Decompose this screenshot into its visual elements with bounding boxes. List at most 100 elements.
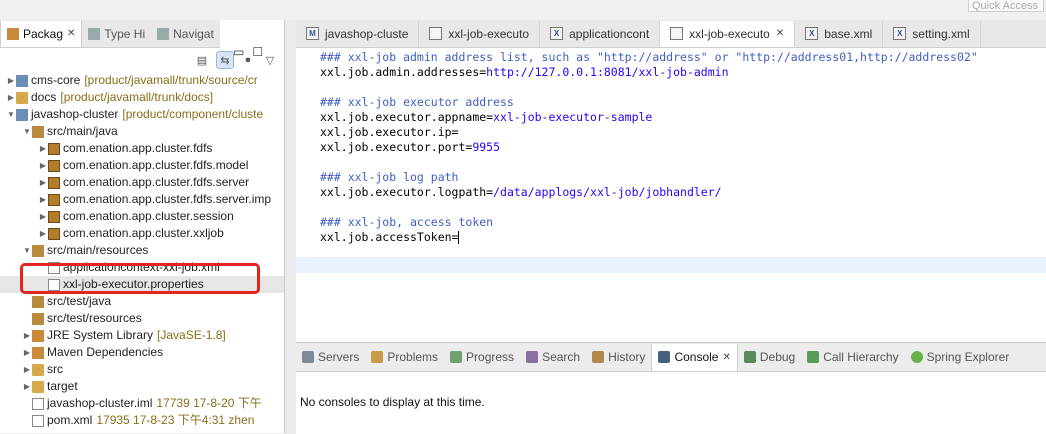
link-with-editor-icon[interactable]: ⇆	[216, 51, 234, 69]
collapsed-twisty-icon[interactable]: ▶	[38, 208, 48, 225]
property-key: xxl.job.executor.ip=	[320, 125, 459, 139]
tree-item-label: com.enation.app.cluster.fdfs.server.imp	[63, 192, 272, 206]
tree-item[interactable]: ▶ com.enation.app.cluster.session	[0, 208, 284, 225]
console-message: No consoles to display at this time.	[300, 395, 485, 409]
property-key: xxl.job.executor.logpath=	[320, 185, 494, 199]
console-tab-label: Search	[542, 350, 581, 364]
code-comment: ### xxl-job, access token	[320, 215, 494, 229]
collapsed-twisty-icon[interactable]: ▶	[38, 140, 48, 157]
tree-item-decoration: 17935 17-8-23 下午4:31 zhen	[96, 413, 255, 427]
tree-item[interactable]: ▶ Maven Dependencies	[0, 344, 284, 361]
collapsed-twisty-icon[interactable]: ▶	[22, 344, 32, 361]
tree-item[interactable]: ▶ JRE System Library [JavaSE-1.8]	[0, 327, 284, 344]
tree-item-label: JRE System Library	[47, 328, 154, 342]
file-icon	[429, 27, 443, 40]
problems-icon	[371, 351, 384, 363]
expanded-twisty-icon[interactable]: ▼	[6, 106, 16, 123]
view-menu-chevron-down-icon[interactable]: ▽	[262, 52, 278, 68]
close-icon[interactable]: ✕	[722, 352, 730, 363]
left-tab-type-hi[interactable]: Type Hi	[82, 21, 151, 47]
collapsed-twisty-icon[interactable]: ▶	[38, 174, 48, 191]
filter-icon[interactable]: ●	[240, 52, 256, 68]
property-value: xxl-job-executor-sample	[493, 110, 653, 124]
editor-tabbar: Mjavashop-cluste xxl-job-executo Xapplicat…	[296, 20, 1046, 48]
collapse-all-icon[interactable]: ▤	[194, 52, 210, 68]
left-tabbar: Packag ✕ Type Hi Navigat	[0, 20, 220, 48]
expanded-twisty-icon[interactable]: ▼	[22, 123, 32, 140]
code-comment: ### xxl-job admin address list, such as …	[320, 50, 978, 64]
src-icon	[32, 312, 44, 325]
editor-tab[interactable]: Xapplicationcont	[540, 20, 661, 47]
editor-tab[interactable]: Xbase.xml	[795, 20, 884, 47]
collapsed-twisty-icon[interactable]: ▶	[38, 225, 48, 242]
tree-item[interactable]: ▶ com.enation.app.cluster.fdfs.server.imp	[0, 191, 284, 208]
tree-item[interactable]: ▼ src/main/resources	[0, 242, 284, 259]
quick-access-input[interactable]: Quick Access	[968, 0, 1044, 12]
property-key: xxl.job.admin.addresses=	[320, 65, 487, 79]
type-hierarchy-icon	[88, 27, 101, 40]
editor-tab[interactable]: xxl-job-executo ✕	[660, 20, 796, 47]
close-icon[interactable]: ✕	[776, 28, 784, 39]
collapsed-twisty-icon[interactable]: ▶	[22, 361, 32, 378]
search-icon	[526, 351, 539, 363]
tree-item[interactable]: javashop-cluster.iml 17739 17-8-20 下午	[0, 395, 284, 412]
tree-item[interactable]: ▶ com.enation.app.cluster.fdfs	[0, 140, 284, 157]
tree-item[interactable]: ▶ com.enation.app.cluster.fdfs.model	[0, 157, 284, 174]
file-icon	[670, 27, 684, 40]
tree-item[interactable]: ▼ src/main/java	[0, 123, 284, 140]
close-icon[interactable]: ✕	[67, 28, 75, 39]
progress-icon	[450, 351, 463, 363]
collapsed-twisty-icon[interactable]: ▶	[6, 72, 16, 89]
console-tab-problems[interactable]: Problems	[365, 344, 444, 371]
collapsed-twisty-icon[interactable]: ▶	[22, 378, 32, 395]
tree-item-decoration: [product/javamall/trunk/source/cr	[84, 73, 258, 87]
console-tab-label: Problems	[387, 350, 439, 364]
collapsed-twisty-icon[interactable]: ▶	[38, 157, 48, 174]
editor-tab[interactable]: xxl-job-executo	[419, 20, 541, 47]
code-line: xxl.job.executor.ip=	[320, 125, 458, 140]
console-tab-progress[interactable]: Progress	[444, 344, 520, 371]
jar-icon	[32, 329, 44, 342]
tree-item-label: src/test/java	[47, 294, 112, 308]
tree-item[interactable]: ▶ src	[0, 361, 284, 378]
code-line: xxl.job.admin.addresses=http://127.0.0.1…	[320, 65, 729, 80]
left-tab-navigat[interactable]: Navigat	[151, 21, 220, 47]
editor-tab[interactable]: Mjavashop-cluste	[296, 20, 420, 47]
code-line: xxl.job.executor.appname=xxl-job-executo…	[320, 110, 652, 125]
left-tab-packag[interactable]: Packag ✕	[0, 20, 83, 47]
code-line: ### xxl-job executor address	[320, 95, 514, 110]
tree-item[interactable]: src/test/java	[0, 293, 284, 310]
pkg-icon	[48, 227, 60, 240]
properties-editor[interactable]: ### xxl-job admin address list, such as …	[296, 48, 1046, 340]
tree-item[interactable]: ▶ target	[0, 378, 284, 395]
tree-item[interactable]: ▶ com.enation.app.cluster.fdfs.server	[0, 174, 284, 191]
console-panel: Servers Problems Progress Search History Cons…	[296, 342, 1046, 434]
console-tab-servers[interactable]: Servers	[296, 344, 365, 371]
file-icon: M	[306, 27, 319, 40]
expanded-twisty-icon[interactable]: ▼	[22, 242, 32, 259]
pkg-icon	[48, 210, 60, 223]
tree-item[interactable]: src/test/resources	[0, 310, 284, 327]
tree-item[interactable]: ▶ com.enation.app.cluster.xxljob	[0, 225, 284, 242]
servers-icon	[302, 351, 314, 363]
collapsed-twisty-icon[interactable]: ▶	[38, 191, 48, 208]
collapsed-twisty-icon[interactable]: ▶	[22, 327, 32, 344]
console-tab-debug[interactable]: Debug	[738, 344, 801, 371]
tree-item[interactable]: ▶ docs [product/javamall/trunk/docs]	[0, 89, 284, 106]
console-tab-call-hierarchy[interactable]: Call Hierarchy	[801, 344, 904, 371]
console-tab-spring-explorer[interactable]: Spring Explorer	[905, 344, 1016, 371]
collapsed-twisty-icon[interactable]: ▶	[6, 89, 16, 106]
editor-tab[interactable]: Xsetting.xml	[883, 20, 981, 47]
tree-item-label: javashop-cluster.iml	[47, 396, 153, 410]
debug-icon	[743, 351, 756, 363]
tree-item[interactable]: ▼ javashop-cluster [product/component/clus…	[0, 106, 284, 123]
console-tab-history[interactable]: History	[586, 344, 651, 371]
console-tab-console[interactable]: Console ✕	[651, 343, 738, 371]
code-line: ### xxl-job, access token	[320, 215, 493, 230]
console-icon	[658, 351, 671, 363]
console-tab-search[interactable]: Search	[520, 344, 586, 371]
package-icon	[7, 27, 19, 40]
tree-item[interactable]: pom.xml 17935 17-8-23 下午4:31 zhen	[0, 412, 284, 429]
tree-item[interactable]: ▶ cms-core [product/javamall/trunk/source/…	[0, 72, 284, 89]
property-value: /data/applogs/xxl-job/jobhandler/	[493, 185, 722, 199]
